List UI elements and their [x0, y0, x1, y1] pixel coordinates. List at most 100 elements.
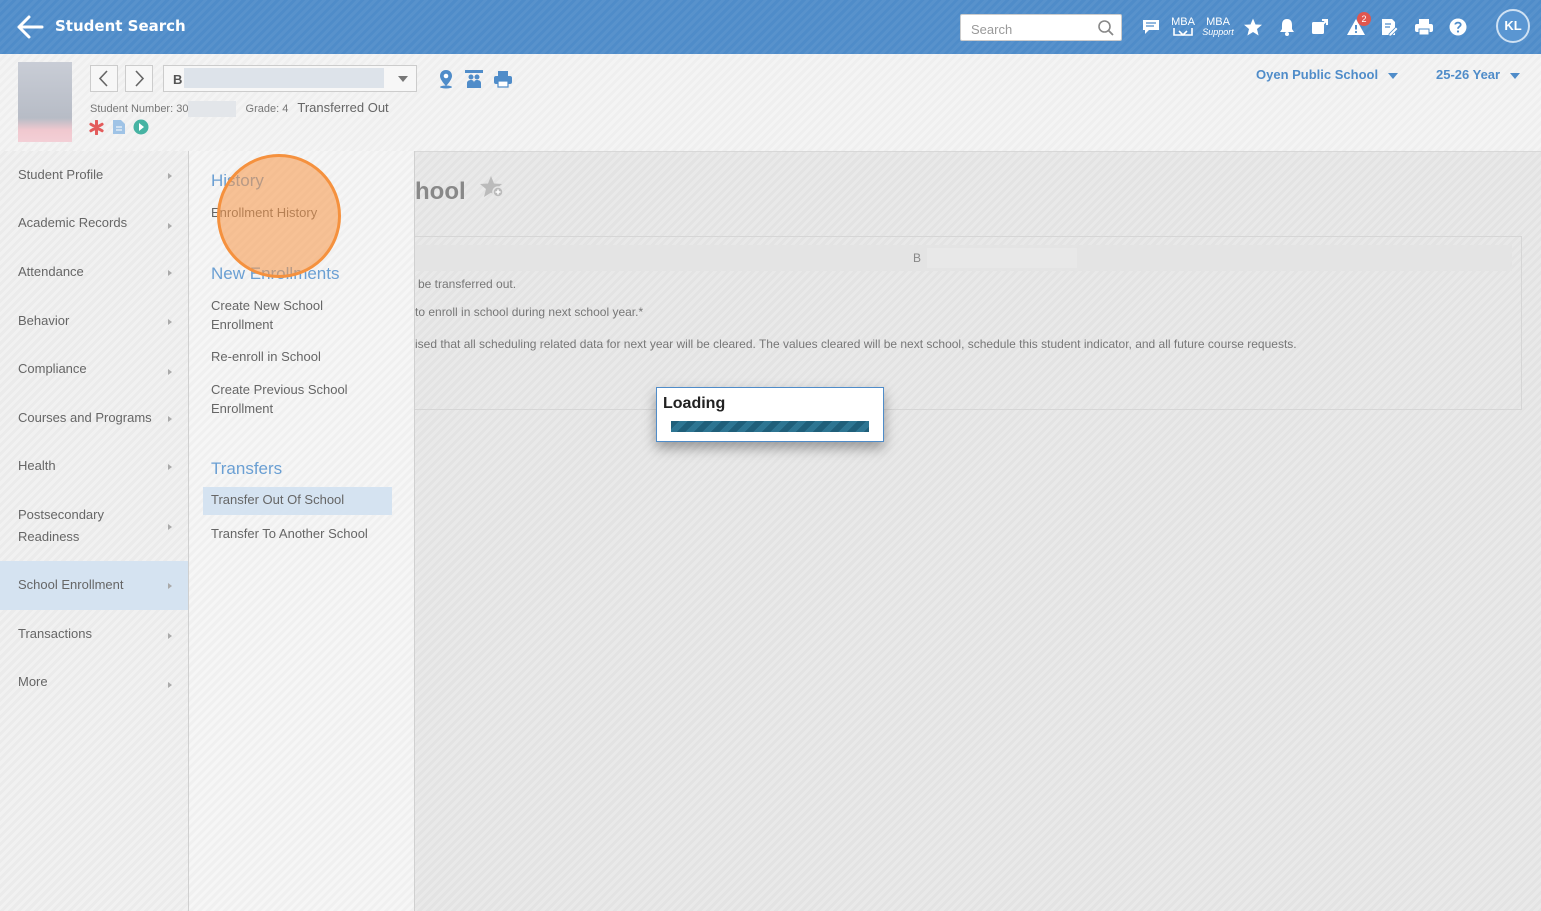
help-icon[interactable] — [1448, 14, 1468, 40]
map-pin-icon[interactable] — [436, 69, 456, 89]
redacted-name — [184, 68, 384, 88]
print-icon[interactable] — [1413, 14, 1435, 40]
student-search-link[interactable]: Student Search — [55, 17, 186, 35]
chevron-right-icon — [168, 223, 172, 229]
chevron-right-icon — [168, 633, 172, 639]
form-text-line-1: be transferred out. — [418, 277, 517, 291]
form-header: B — [415, 245, 1512, 271]
chevron-down-icon — [1510, 72, 1521, 79]
create-previous-school-enrollment-link[interactable]: Create Previous School Enrollment — [211, 380, 361, 418]
nav-label: Transactions — [18, 626, 92, 641]
student-photo — [18, 62, 72, 142]
nav-more[interactable]: More — [0, 671, 188, 693]
redacted-number — [188, 101, 237, 118]
student-header: B Student Number: 30 Grade: 4 Transferre… — [0, 54, 1541, 152]
nav-label: Student Profile — [18, 167, 104, 182]
student-number-label: Student Number: 30 — [90, 103, 189, 115]
chevron-right-icon — [168, 583, 172, 589]
chevron-right-icon — [168, 524, 172, 530]
nav-attendance[interactable]: Attendance — [0, 261, 188, 283]
search-icon[interactable] — [1097, 19, 1115, 37]
loading-title: Loading — [663, 395, 726, 412]
search-input[interactable] — [969, 19, 1093, 39]
document-icon[interactable] — [112, 119, 126, 138]
chevron-right-icon — [168, 270, 172, 276]
mba-support-icon[interactable]: MBA Support — [1202, 14, 1234, 40]
student-meta: Student Number: 30 Grade: 4 Transferred … — [90, 100, 389, 118]
nav-label: Postsecondary Readiness — [18, 507, 104, 544]
left-nav: Student Profile Academic Records Attenda… — [0, 151, 189, 911]
student-select[interactable]: B — [163, 65, 417, 92]
chevron-right-icon — [168, 416, 172, 422]
notification-badge: 2 — [1357, 12, 1371, 26]
search-field[interactable] — [960, 14, 1122, 41]
program-badge-icon[interactable] — [133, 119, 149, 138]
nav-label: Academic Records — [18, 215, 128, 230]
nav-health[interactable]: Health — [0, 455, 188, 477]
mba-support-label-top: MBA — [1206, 16, 1230, 28]
nav-label: Courses and Programs — [18, 410, 152, 425]
nav-label: School Enrollment — [18, 577, 124, 592]
nav-transactions[interactable]: Transactions — [0, 623, 188, 645]
nav-postsecondary-readiness[interactable]: Postsecondary Readiness — [0, 504, 188, 548]
nav-label: More — [18, 674, 48, 689]
student-name: B — [173, 72, 183, 87]
transfers-heading: Transfers — [211, 459, 283, 478]
grade-label: Grade: 4 — [245, 103, 289, 115]
nav-label: Health — [18, 458, 56, 473]
next-student-button[interactable] — [125, 65, 153, 92]
school-select[interactable]: Oyen Public School — [1256, 67, 1399, 82]
add-favorite-star-icon[interactable] — [479, 174, 507, 202]
edit-document-icon[interactable] — [1379, 14, 1399, 40]
school-enrollment-submenu: History Enrollment History New Enrollmen… — [189, 151, 415, 911]
transfer-to-another-school-link[interactable]: Transfer To Another School — [211, 524, 391, 543]
chevron-down-icon — [1388, 72, 1399, 79]
messages-icon[interactable] — [1141, 14, 1161, 40]
chevron-right-icon — [168, 319, 172, 325]
top-bar: Student Search MBA MBA Support 2 KL — [0, 0, 1541, 54]
print-icon[interactable] — [493, 69, 513, 89]
nav-compliance[interactable]: Compliance — [0, 358, 188, 380]
user-avatar[interactable]: KL — [1496, 9, 1530, 43]
re-enroll-in-school-link[interactable]: Re-enroll in School — [211, 347, 391, 366]
loading-progress-bar — [671, 421, 869, 432]
nav-label: Attendance — [18, 264, 84, 279]
year-name: 25-26 Year — [1436, 67, 1501, 82]
family-tree-icon[interactable] — [464, 69, 484, 89]
transfer-out-of-school-link[interactable]: Transfer Out Of School — [203, 487, 392, 515]
school-name: Oyen Public School — [1256, 67, 1379, 82]
history-heading: History — [211, 171, 264, 190]
mba-support-label-bottom: Support — [1202, 27, 1234, 37]
mba-icon[interactable]: MBA — [1170, 14, 1196, 40]
new-enrollments-heading: New Enrollments — [211, 264, 340, 283]
chevron-right-icon — [168, 682, 172, 688]
transfer-form: B be transferred out. to enroll in schoo… — [415, 236, 1522, 410]
chevron-right-icon — [168, 464, 172, 470]
nav-student-profile[interactable]: Student Profile — [0, 164, 188, 186]
chevron-right-icon — [168, 173, 172, 179]
create-new-school-enrollment-link[interactable]: Create New School Enrollment — [211, 296, 361, 334]
year-select[interactable]: 25-26 Year — [1436, 67, 1521, 82]
nav-label: Behavior — [18, 313, 70, 328]
enrollment-status: Transferred Out — [297, 100, 389, 115]
back-arrow-icon[interactable] — [16, 14, 44, 40]
medical-alert-icon[interactable] — [89, 119, 104, 138]
chevron-right-icon — [168, 369, 172, 375]
form-header-text: B — [913, 251, 922, 265]
form-text-line-2: to enroll in school during next school y… — [415, 305, 644, 319]
nav-label: Compliance — [18, 361, 87, 376]
enrollment-history-link[interactable]: Enrollment History — [211, 203, 391, 222]
external-link-icon[interactable] — [1310, 14, 1330, 40]
star-icon[interactable] — [1243, 14, 1263, 40]
chevron-down-icon — [398, 76, 408, 82]
previous-student-button[interactable] — [90, 65, 118, 92]
form-text-line-3: ised that all scheduling related data fo… — [415, 337, 1297, 351]
nav-courses-and-programs[interactable]: Courses and Programs — [0, 407, 188, 429]
loading-dialog: Loading — [656, 387, 884, 442]
mba-label: MBA — [1171, 16, 1195, 28]
page-title: hool — [415, 178, 466, 205]
nav-behavior[interactable]: Behavior — [0, 310, 188, 332]
nav-academic-records[interactable]: Academic Records — [0, 212, 188, 234]
bell-icon[interactable] — [1278, 14, 1296, 40]
nav-school-enrollment[interactable]: School Enrollment — [0, 561, 188, 610]
